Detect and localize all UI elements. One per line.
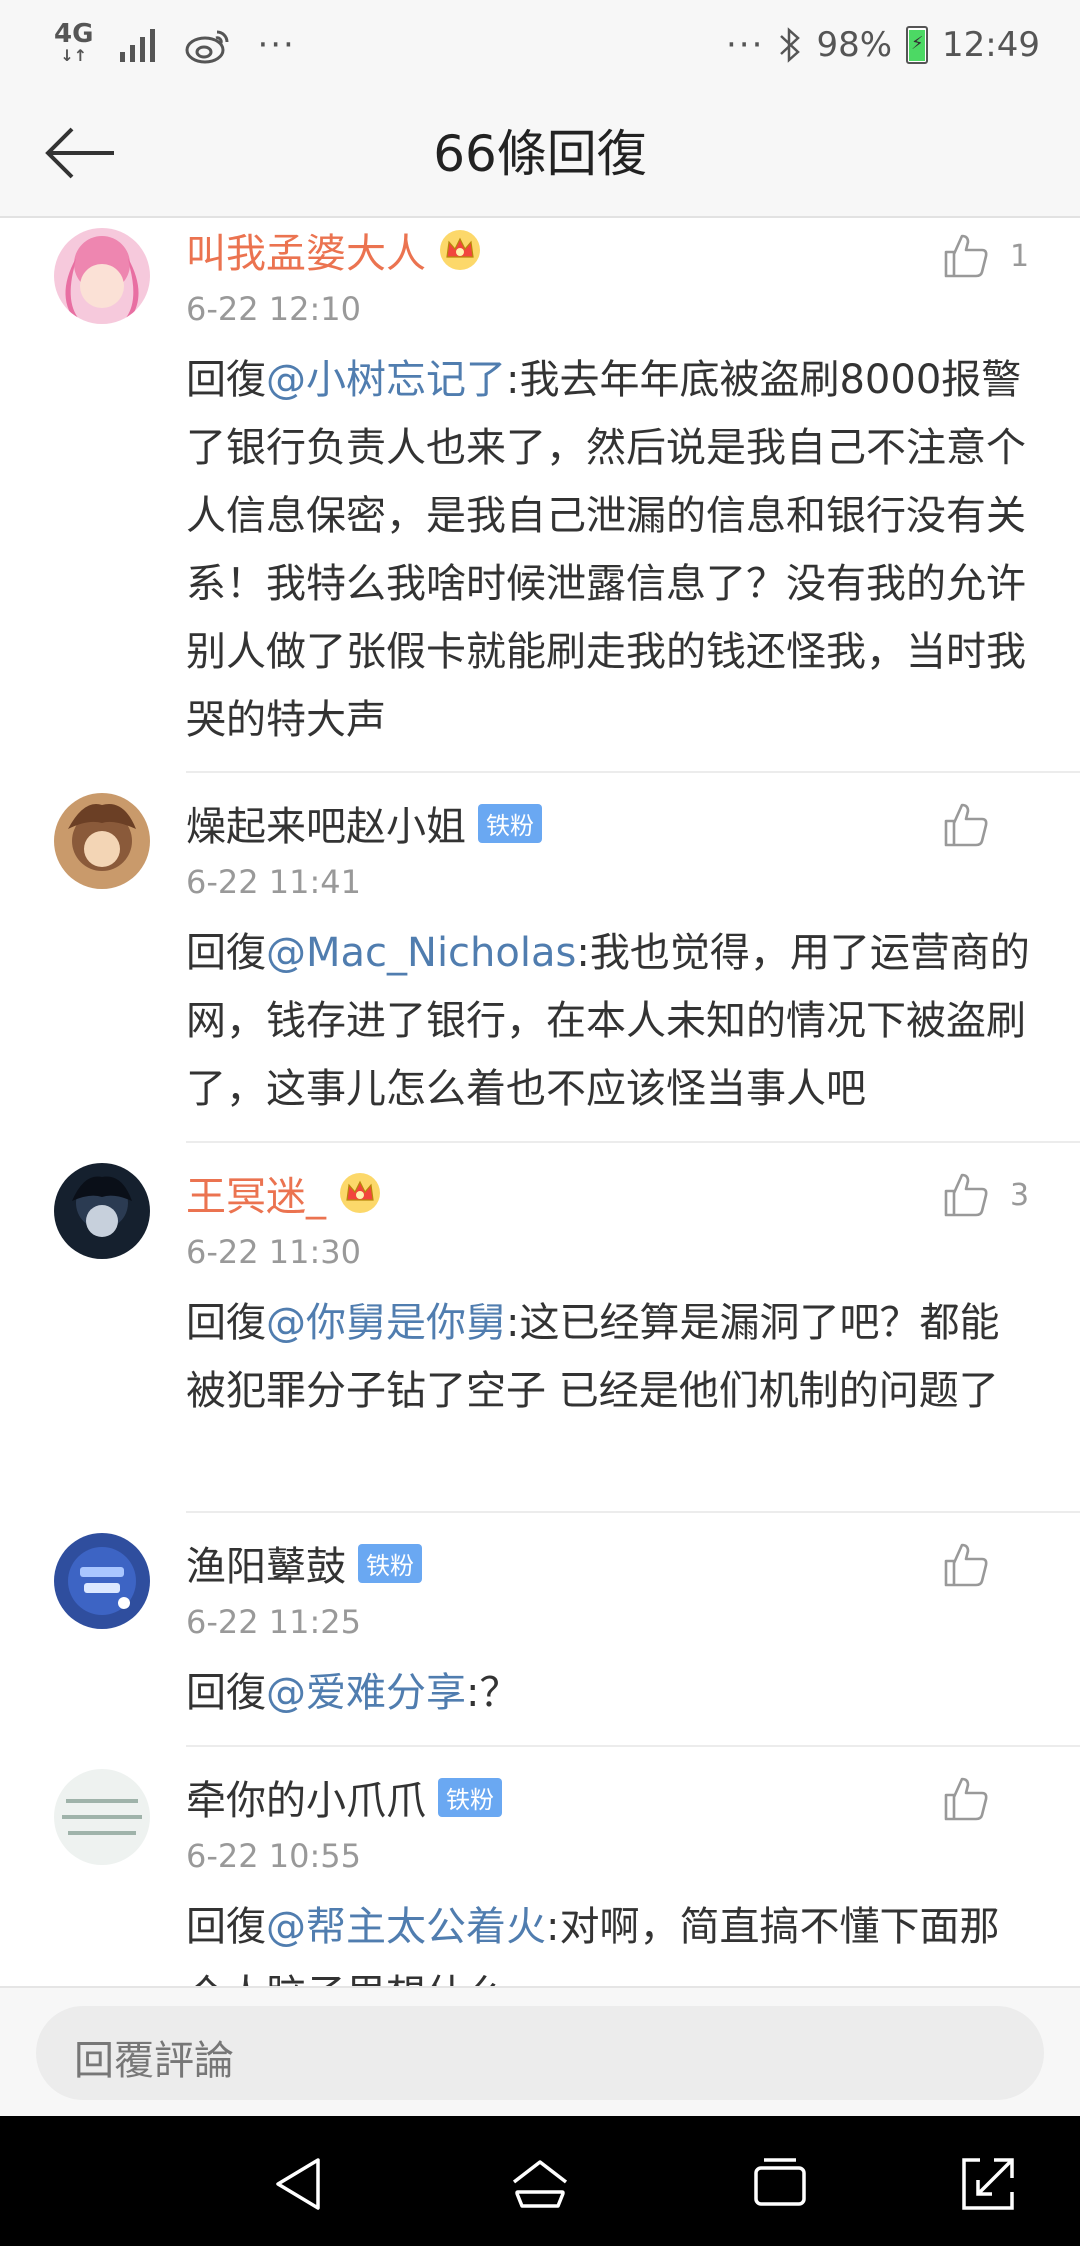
network-indicator: 4G ↓↑	[54, 19, 94, 67]
fan-badge: 铁粉	[438, 1777, 502, 1817]
nav-back-icon[interactable]	[268, 2152, 332, 2216]
nav-expand-icon[interactable]	[956, 2152, 1020, 2216]
like-button[interactable]: 3	[942, 1171, 1030, 1219]
signal-icon	[120, 29, 156, 62]
username[interactable]: 牵你的小爪爪	[186, 1768, 426, 1826]
comment-item[interactable]: 燥起来吧赵小姐 铁粉 6-22 11:41 回復@Mac_Nicholas:我也…	[54, 773, 1080, 1143]
thumbs-up-icon	[944, 1543, 988, 1587]
comment-text: 回復@小树忘记了:我去年年底被盗刷8000报警了银行负责人也来了，然后说是我自己…	[186, 346, 1080, 754]
network-type: 4G	[54, 19, 94, 49]
like-button[interactable]: 1	[942, 232, 1030, 280]
status-right-icons: ··· 98% ⚡ 12:49	[726, 20, 1040, 70]
comment-list[interactable]: 叫我孟婆大人 1 6-22 12:10 回復@小树忘记了:我去年年底被盗刷800…	[0, 218, 1080, 1986]
reply-prefix: 回復	[186, 1300, 266, 1346]
nav-recents-icon[interactable]	[748, 2152, 812, 2216]
navigation-bar	[0, 2116, 1080, 2246]
more-notifications-icon: ···	[257, 25, 296, 65]
comment-item[interactable]: 王冥迷_ 3 6-22 11:30 回復@你舅是你舅:这已经算是漏洞了吧？都能被…	[54, 1143, 1080, 1513]
vip-crown-icon	[440, 230, 480, 270]
comment-time: 6-22 11:30	[186, 1233, 362, 1271]
comment-text: 回復@爱难分享:？	[186, 1659, 1080, 1727]
page-title: 66條回復	[433, 125, 647, 183]
status-left-icons: 4G ↓↑ ···	[54, 20, 296, 70]
battery-percent: 98%	[816, 25, 893, 65]
more-status-icon: ···	[726, 25, 765, 65]
comment-time: 6-22 10:55	[186, 1837, 362, 1875]
comment-text: 回復@Mac_Nicholas:我也觉得，用了运营商的网，钱存进了银行，在本人未…	[186, 919, 1080, 1123]
vip-crown-icon	[340, 1173, 380, 1213]
avatar[interactable]	[54, 1533, 150, 1629]
weibo-icon	[185, 30, 229, 64]
like-button[interactable]	[942, 801, 1028, 849]
like-button[interactable]	[942, 1775, 1028, 1823]
reply-prefix: 回復	[186, 1670, 266, 1716]
comment-item[interactable]: 渔阳鼙鼓 铁粉 6-22 11:25 回復@爱难分享:？	[54, 1513, 1080, 1747]
avatar[interactable]	[54, 1163, 150, 1259]
reply-prefix: 回復	[186, 357, 266, 403]
header: 66條回復	[0, 90, 1080, 218]
comment-time: 6-22 11:41	[186, 863, 362, 901]
comment-body: :？	[466, 1670, 520, 1716]
like-button[interactable]	[942, 1541, 1028, 1589]
username[interactable]: 燥起来吧赵小姐	[186, 794, 466, 852]
comment-time: 6-22 12:10	[186, 290, 362, 328]
reply-prefix: 回復	[186, 930, 266, 976]
avatar[interactable]	[54, 1769, 150, 1865]
fan-badge: 铁粉	[478, 803, 542, 843]
comment-text: 回復@你舅是你舅:这已经算是漏洞了吧？都能被犯罪分子钻了空子 已经是他们机制的问…	[186, 1289, 1080, 1425]
mention-link[interactable]: @帮主太公着火	[266, 1904, 546, 1950]
mention-link[interactable]: @你舅是你舅	[266, 1300, 506, 1346]
thumbs-up-icon	[944, 1173, 988, 1217]
reply-prefix: 回復	[186, 1904, 266, 1950]
comment-time: 6-22 11:25	[186, 1603, 362, 1641]
like-count: 1	[1010, 238, 1030, 274]
mention-link[interactable]: @小树忘记了	[266, 357, 506, 403]
mention-link[interactable]: @Mac_Nicholas	[266, 930, 576, 976]
reply-placeholder: 回覆評論	[74, 2038, 234, 2084]
username[interactable]: 渔阳鼙鼓	[186, 1534, 346, 1592]
username[interactable]: 叫我孟婆大人	[186, 221, 426, 279]
comment-text: 回復@帮主太公着火:对啊，简直搞不懂下面那个人脑子里想什么	[186, 1893, 1080, 1986]
avatar[interactable]	[54, 228, 150, 324]
charging-icon: ⚡	[911, 33, 924, 54]
nav-home-icon[interactable]	[508, 2152, 572, 2216]
reply-bar: 回覆評論	[0, 1986, 1080, 2118]
comment-item[interactable]: 叫我孟婆大人 1 6-22 12:10 回復@小树忘记了:我去年年底被盗刷800…	[54, 218, 1080, 773]
comment-item[interactable]: 牵你的小爪爪 铁粉 6-22 10:55 回復@帮主太公着火:对啊，简直搞不懂下…	[54, 1747, 1080, 1986]
like-count: 3	[1010, 1177, 1030, 1213]
status-bar: 4G ↓↑ ··· ··· 98% ⚡ 12:49	[0, 0, 1080, 90]
comment-body: :我去年年底被盗刷8000报警了银行负责人也来了，然后说是我自己不注意个人信息保…	[186, 357, 1026, 743]
battery-icon: ⚡	[906, 26, 929, 64]
fan-badge: 铁粉	[358, 1543, 422, 1583]
clock: 12:49	[942, 25, 1040, 65]
bluetooth-icon	[780, 27, 801, 63]
thumbs-up-icon	[944, 234, 988, 278]
thumbs-up-icon	[944, 1777, 988, 1821]
username[interactable]: 王冥迷_	[186, 1164, 326, 1222]
avatar[interactable]	[54, 793, 150, 889]
mention-link[interactable]: @爱难分享	[266, 1670, 466, 1716]
reply-input[interactable]: 回覆評論	[36, 2006, 1044, 2100]
thumbs-up-icon	[944, 803, 988, 847]
